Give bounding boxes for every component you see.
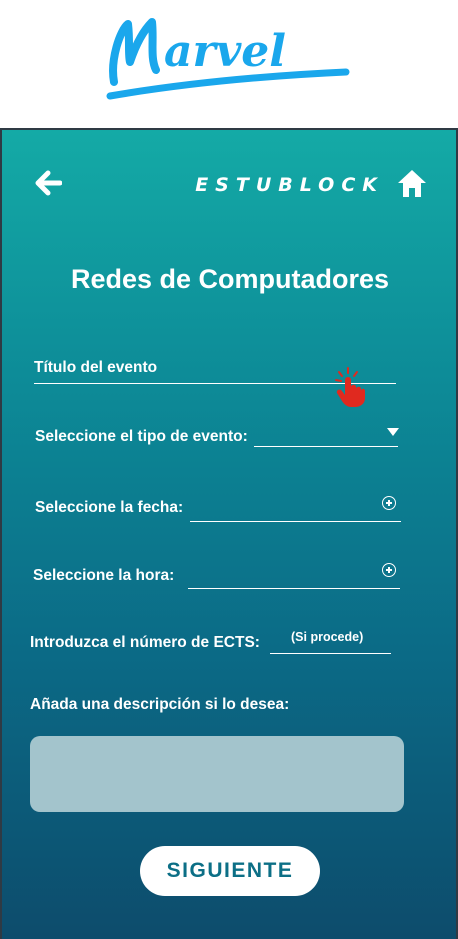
add-date-plus-icon[interactable] <box>382 496 396 510</box>
marvel-logo-area: arvel <box>0 0 458 128</box>
hand-pointer-cursor-icon <box>334 366 368 413</box>
description-textarea[interactable] <box>30 736 404 812</box>
ects-input[interactable] <box>270 653 391 654</box>
add-time-plus-icon[interactable] <box>382 563 396 577</box>
time-field[interactable] <box>188 588 400 589</box>
time-label: Seleccione la hora: <box>33 567 175 584</box>
app-brand: ESTUBLOCK <box>195 174 384 196</box>
next-button[interactable]: SIGUIENTE <box>140 846 320 896</box>
date-label: Seleccione la fecha: <box>35 499 184 516</box>
app-screen: ESTUBLOCK Redes de Computadores Título d… <box>0 128 458 939</box>
dropdown-arrow-icon[interactable] <box>387 428 399 436</box>
home-icon[interactable] <box>396 168 428 203</box>
event-type-select[interactable] <box>254 446 398 447</box>
description-label: Añada una descripción si lo desea: <box>30 696 290 713</box>
svg-text:arvel: arvel <box>164 26 286 77</box>
arrow-left-icon[interactable] <box>34 170 63 201</box>
event-title-input[interactable]: Título del evento <box>34 359 157 377</box>
date-field[interactable] <box>190 521 401 522</box>
ects-hint: (Si procede) <box>291 630 364 644</box>
event-type-label: Seleccione el tipo de evento: <box>35 428 248 445</box>
marvel-logo: arvel <box>106 18 350 100</box>
ects-label: Introduzca el número de ECTS: <box>30 634 260 651</box>
page-title: Redes de Computadores <box>70 264 390 294</box>
